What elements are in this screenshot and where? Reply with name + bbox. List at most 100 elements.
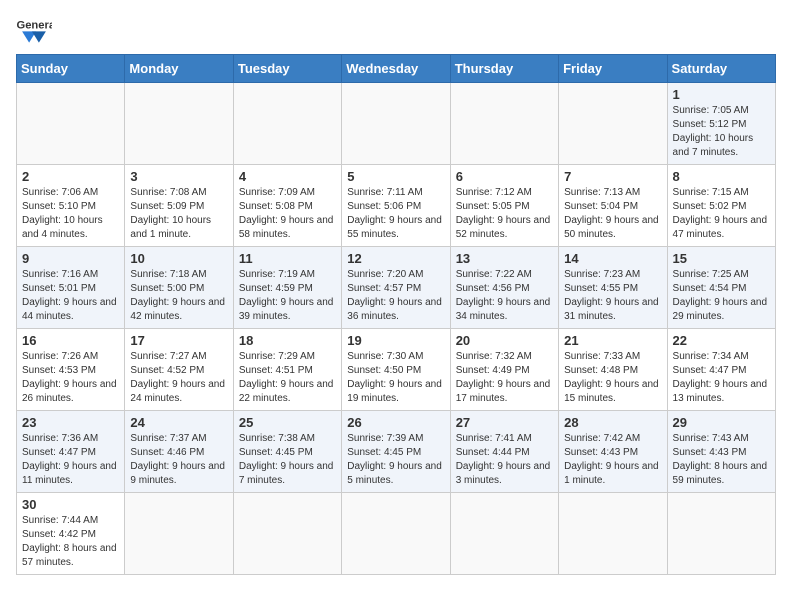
calendar-cell: 8 Sunrise: 7:15 AM Sunset: 5:02 PM Daylig…: [667, 165, 775, 247]
weekday-header: Monday: [125, 55, 233, 83]
day-number: 2: [22, 169, 119, 184]
calendar-cell: 10 Sunrise: 7:18 AM Sunset: 5:00 PM Dayli…: [125, 247, 233, 329]
calendar-cell: 16 Sunrise: 7:26 AM Sunset: 4:53 PM Dayli…: [17, 329, 125, 411]
calendar-cell: 9 Sunrise: 7:16 AM Sunset: 5:01 PM Daylig…: [17, 247, 125, 329]
day-number: 9: [22, 251, 119, 266]
calendar-cell: 18 Sunrise: 7:29 AM Sunset: 4:51 PM Dayli…: [233, 329, 341, 411]
day-info: Sunrise: 7:18 AM Sunset: 5:00 PM Dayligh…: [130, 268, 227, 324]
weekday-header: Tuesday: [233, 55, 341, 83]
logo: General: [16, 16, 56, 44]
day-info: Sunrise: 7:22 AM Sunset: 4:56 PM Dayligh…: [456, 268, 553, 324]
calendar-cell: 23Sunrise: 7:36 AM Sunset: 4:47 PM Dayli…: [17, 411, 125, 493]
calendar-week-row: 1 Sunrise: 7:05 AM Sunset: 5:12 PM Daylig…: [17, 83, 776, 165]
day-info: Sunrise: 7:15 AM Sunset: 5:02 PM Dayligh…: [673, 186, 770, 242]
logo-icon: General: [16, 16, 52, 44]
calendar-cell: 22 Sunrise: 7:34 AM Sunset: 4:47 PM Dayli…: [667, 329, 775, 411]
day-number: 26: [347, 415, 444, 430]
calendar-cell: [450, 493, 558, 575]
day-number: 10: [130, 251, 227, 266]
calendar-week-row: 9 Sunrise: 7:16 AM Sunset: 5:01 PM Daylig…: [17, 247, 776, 329]
calendar-cell: 28 Sunrise: 7:42 AM Sunset: 4:43 PM Dayli…: [559, 411, 667, 493]
calendar-cell: 20 Sunrise: 7:32 AM Sunset: 4:49 PM Dayli…: [450, 329, 558, 411]
calendar-cell: 2 Sunrise: 7:06 AM Sunset: 5:10 PM Daylig…: [17, 165, 125, 247]
day-info: Sunrise: 7:09 AM Sunset: 5:08 PM Dayligh…: [239, 186, 336, 242]
day-number: 24: [130, 415, 227, 430]
day-number: 17: [130, 333, 227, 348]
day-info: Sunrise: 7:42 AM Sunset: 4:43 PM Dayligh…: [564, 432, 661, 488]
day-info: Sunrise: 7:27 AM Sunset: 4:52 PM Dayligh…: [130, 350, 227, 406]
day-number: 23: [22, 415, 119, 430]
calendar-cell: [125, 83, 233, 165]
day-info: Sunrise: 7:39 AM Sunset: 4:45 PM Dayligh…: [347, 432, 444, 488]
day-info: Sunrise: 7:25 AM Sunset: 4:54 PM Dayligh…: [673, 268, 770, 324]
day-number: 6: [456, 169, 553, 184]
day-number: 20: [456, 333, 553, 348]
day-info: Sunrise: 7:33 AM Sunset: 4:48 PM Dayligh…: [564, 350, 661, 406]
calendar-cell: 3Sunrise: 7:08 AM Sunset: 5:09 PM Daylig…: [125, 165, 233, 247]
day-number: 18: [239, 333, 336, 348]
day-info: Sunrise: 7:32 AM Sunset: 4:49 PM Dayligh…: [456, 350, 553, 406]
day-number: 12: [347, 251, 444, 266]
day-info: Sunrise: 7:16 AM Sunset: 5:01 PM Dayligh…: [22, 268, 119, 324]
calendar-week-row: 23Sunrise: 7:36 AM Sunset: 4:47 PM Dayli…: [17, 411, 776, 493]
day-info: Sunrise: 7:30 AM Sunset: 4:50 PM Dayligh…: [347, 350, 444, 406]
calendar-cell: [450, 83, 558, 165]
calendar-cell: 17 Sunrise: 7:27 AM Sunset: 4:52 PM Dayli…: [125, 329, 233, 411]
day-number: 8: [673, 169, 770, 184]
calendar-cell: 11 Sunrise: 7:19 AM Sunset: 4:59 PM Dayli…: [233, 247, 341, 329]
calendar-cell: 12Sunrise: 7:20 AM Sunset: 4:57 PM Dayli…: [342, 247, 450, 329]
day-number: 11: [239, 251, 336, 266]
day-number: 21: [564, 333, 661, 348]
calendar-cell: 1 Sunrise: 7:05 AM Sunset: 5:12 PM Daylig…: [667, 83, 775, 165]
calendar-cell: [233, 83, 341, 165]
day-number: 1: [673, 87, 770, 102]
svg-text:General: General: [17, 20, 53, 32]
weekday-header: Sunday: [17, 55, 125, 83]
calendar-cell: 26 Sunrise: 7:39 AM Sunset: 4:45 PM Dayli…: [342, 411, 450, 493]
calendar-cell: 30Sunrise: 7:44 AM Sunset: 4:42 PM Dayli…: [17, 493, 125, 575]
weekday-header: Friday: [559, 55, 667, 83]
calendar-cell: 21 Sunrise: 7:33 AM Sunset: 4:48 PM Dayli…: [559, 329, 667, 411]
calendar-cell: [667, 493, 775, 575]
day-number: 7: [564, 169, 661, 184]
day-info: Sunrise: 7:37 AM Sunset: 4:46 PM Dayligh…: [130, 432, 227, 488]
day-number: 27: [456, 415, 553, 430]
day-number: 4: [239, 169, 336, 184]
weekday-header: Wednesday: [342, 55, 450, 83]
day-info: Sunrise: 7:23 AM Sunset: 4:55 PM Dayligh…: [564, 268, 661, 324]
day-info: Sunrise: 7:13 AM Sunset: 5:04 PM Dayligh…: [564, 186, 661, 242]
weekday-header-row: SundayMondayTuesdayWednesdayThursdayFrid…: [17, 55, 776, 83]
day-number: 29: [673, 415, 770, 430]
calendar-cell: 19Sunrise: 7:30 AM Sunset: 4:50 PM Dayli…: [342, 329, 450, 411]
day-number: 5: [347, 169, 444, 184]
calendar-cell: 13 Sunrise: 7:22 AM Sunset: 4:56 PM Dayli…: [450, 247, 558, 329]
calendar-week-row: 16 Sunrise: 7:26 AM Sunset: 4:53 PM Dayli…: [17, 329, 776, 411]
calendar-week-row: 30Sunrise: 7:44 AM Sunset: 4:42 PM Dayli…: [17, 493, 776, 575]
calendar-cell: 7 Sunrise: 7:13 AM Sunset: 5:04 PM Daylig…: [559, 165, 667, 247]
day-number: 22: [673, 333, 770, 348]
day-info: Sunrise: 7:12 AM Sunset: 5:05 PM Dayligh…: [456, 186, 553, 242]
day-number: 15: [673, 251, 770, 266]
day-number: 13: [456, 251, 553, 266]
day-info: Sunrise: 7:08 AM Sunset: 5:09 PM Dayligh…: [130, 186, 227, 242]
day-number: 16: [22, 333, 119, 348]
day-info: Sunrise: 7:34 AM Sunset: 4:47 PM Dayligh…: [673, 350, 770, 406]
day-number: 14: [564, 251, 661, 266]
day-info: Sunrise: 7:26 AM Sunset: 4:53 PM Dayligh…: [22, 350, 119, 406]
calendar-cell: 15 Sunrise: 7:25 AM Sunset: 4:54 PM Dayli…: [667, 247, 775, 329]
calendar-cell: 24 Sunrise: 7:37 AM Sunset: 4:46 PM Dayli…: [125, 411, 233, 493]
calendar-cell: 4 Sunrise: 7:09 AM Sunset: 5:08 PM Daylig…: [233, 165, 341, 247]
calendar-cell: [559, 83, 667, 165]
day-info: Sunrise: 7:29 AM Sunset: 4:51 PM Dayligh…: [239, 350, 336, 406]
day-number: 25: [239, 415, 336, 430]
day-info: Sunrise: 7:05 AM Sunset: 5:12 PM Dayligh…: [673, 104, 770, 160]
day-info: Sunrise: 7:06 AM Sunset: 5:10 PM Dayligh…: [22, 186, 119, 242]
calendar-cell: 29Sunrise: 7:43 AM Sunset: 4:43 PM Dayli…: [667, 411, 775, 493]
day-number: 28: [564, 415, 661, 430]
day-info: Sunrise: 7:44 AM Sunset: 4:42 PM Dayligh…: [22, 514, 119, 570]
weekday-header: Saturday: [667, 55, 775, 83]
calendar-cell: [342, 493, 450, 575]
day-info: Sunrise: 7:19 AM Sunset: 4:59 PM Dayligh…: [239, 268, 336, 324]
calendar-cell: [559, 493, 667, 575]
calendar: SundayMondayTuesdayWednesdayThursdayFrid…: [16, 54, 776, 575]
